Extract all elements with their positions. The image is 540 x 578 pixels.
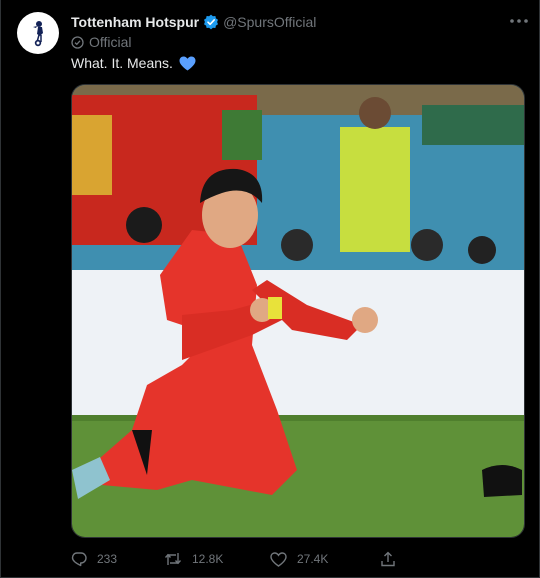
account-name[interactable]: Tottenham Hotspur xyxy=(71,14,199,30)
like-count: 27.4K xyxy=(297,552,329,566)
reply-count: 233 xyxy=(97,552,118,566)
tweet-photo[interactable] xyxy=(71,84,525,538)
share-button[interactable] xyxy=(380,551,406,567)
tweet-text: What. It. Means. xyxy=(71,55,196,71)
tweet-body: What. It. Means. xyxy=(71,55,173,71)
like-icon xyxy=(270,551,287,567)
tweet-card: Tottenham Hotspur @SpursOfficial Officia… xyxy=(0,0,540,578)
reply-button[interactable]: 233 xyxy=(71,551,164,567)
account-handle[interactable]: @SpursOfficial xyxy=(223,14,316,30)
spurs-crest-icon xyxy=(33,21,43,47)
like-button[interactable]: 27.4K xyxy=(270,551,380,567)
retweet-button[interactable]: 12.8K xyxy=(164,551,270,567)
tweet-actions: 233 12.8K 27.4K xyxy=(71,548,525,570)
verified-badge-icon xyxy=(203,14,219,30)
share-icon xyxy=(381,551,395,567)
photo-illustration xyxy=(72,85,524,537)
more-icon[interactable] xyxy=(508,12,530,30)
avatar[interactable] xyxy=(17,12,59,54)
retweet-count: 12.8K xyxy=(192,552,224,566)
label-text: Official xyxy=(89,34,132,50)
blue-heart-icon xyxy=(179,56,196,71)
account-label: Official xyxy=(71,34,132,50)
official-label-icon xyxy=(71,35,84,49)
tweet-header: Tottenham Hotspur @SpursOfficial xyxy=(71,12,519,32)
retweet-icon xyxy=(164,553,182,565)
reply-icon xyxy=(71,552,87,567)
